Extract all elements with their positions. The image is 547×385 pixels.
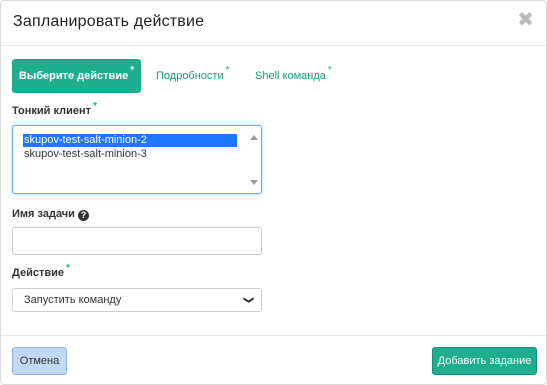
action-select[interactable]: Запустить команду ❯	[12, 288, 262, 312]
dialog-footer-divider	[1, 335, 546, 336]
tab-select-action[interactable]: Выберите действие *	[12, 59, 141, 93]
required-marker: *	[327, 65, 332, 76]
scroll-down-icon[interactable]	[250, 180, 258, 185]
thin-client-listbox[interactable]: skupov-test-salt-minion-2 skupov-test-sa…	[12, 125, 262, 194]
list-option-minion-3[interactable]: skupov-test-salt-minion-3	[23, 148, 148, 161]
tab-label: Shell команда	[255, 70, 326, 82]
task-name-label-text: Имя задачи	[12, 208, 75, 220]
tab-label: Выберите действие	[18, 70, 129, 82]
action-label: Действие *	[12, 263, 70, 279]
action-select-value: Запустить команду	[24, 294, 122, 306]
cancel-button[interactable]: Отмена	[12, 347, 67, 375]
scroll-up-icon[interactable]	[250, 135, 258, 140]
required-marker: *	[93, 101, 97, 112]
task-name-label: Имя задачи?	[12, 208, 89, 221]
task-name-input[interactable]	[12, 227, 262, 255]
tab-label: Подробности	[156, 70, 224, 82]
thin-client-label-text: Тонкий клиент	[12, 105, 92, 117]
required-marker: *	[66, 263, 70, 274]
close-icon[interactable]: ✖	[517, 10, 534, 30]
dialog-header: Запланировать действие ✖	[1, 1, 546, 46]
action-label-text: Действие	[12, 267, 64, 279]
chevron-down-icon: ❯	[242, 295, 254, 305]
required-marker: *	[130, 65, 135, 76]
list-option-minion-2[interactable]: skupov-test-salt-minion-2	[23, 134, 237, 147]
thin-client-label: Тонкий клиент *	[12, 101, 97, 117]
required-marker: *	[225, 65, 230, 76]
tab-shell-command[interactable]: Shell команда *	[255, 59, 332, 93]
schedule-action-dialog: Запланировать действие ✖ Выберите действ…	[0, 0, 547, 385]
add-task-button[interactable]: Добавить задание	[432, 347, 537, 375]
question-circle-icon[interactable]: ?	[77, 210, 89, 221]
dialog-title: Запланировать действие	[13, 13, 205, 30]
tab-details[interactable]: Подробности *	[156, 59, 230, 93]
